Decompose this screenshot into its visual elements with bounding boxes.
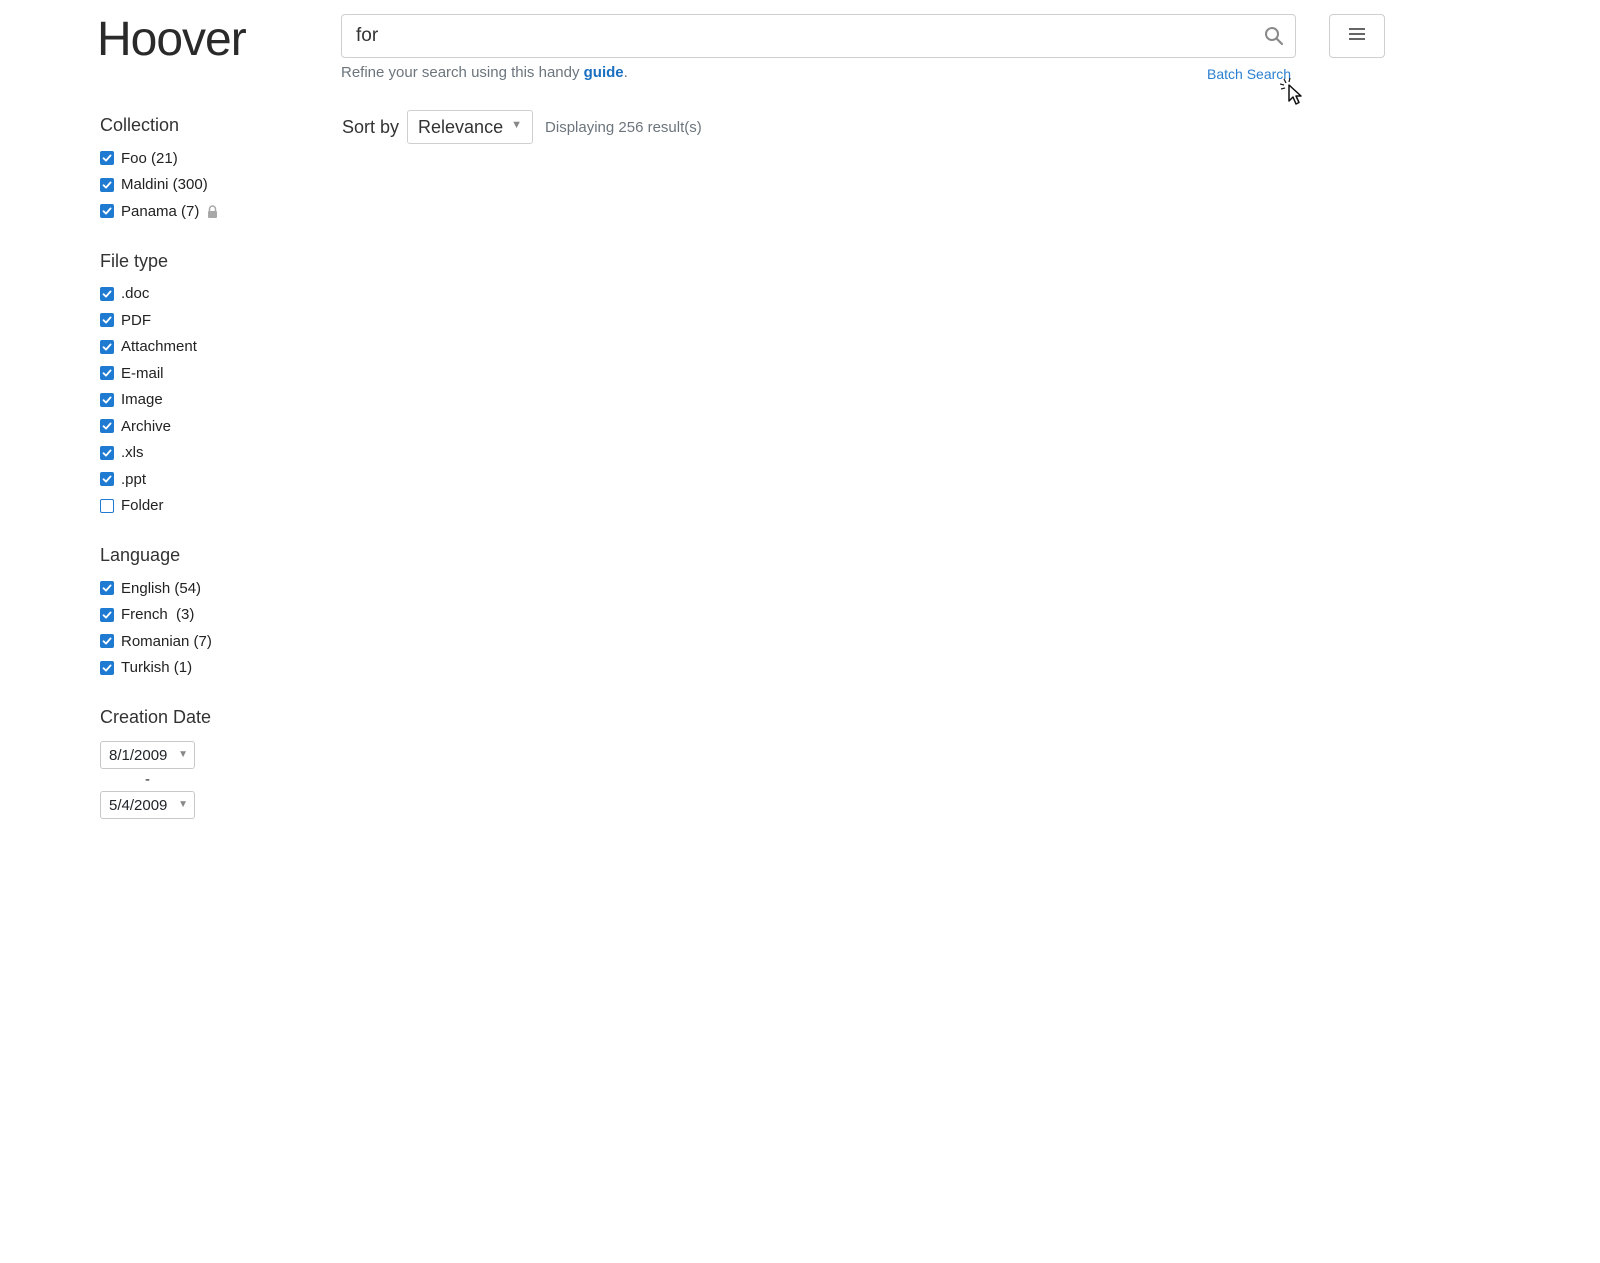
facet-option[interactable]: PDF — [100, 307, 320, 334]
facet-option-label: .doc — [121, 285, 150, 303]
facet-option[interactable]: .doc — [100, 281, 320, 308]
chevron-down-icon: ▼ — [511, 119, 523, 131]
facet-option-label: E-mail — [121, 364, 164, 382]
facet-option-label: Attachment — [121, 338, 197, 356]
facet-option-label: .xls — [121, 444, 144, 462]
checkbox-checked[interactable] — [100, 660, 114, 675]
chevron-down-icon: ▼ — [178, 799, 188, 810]
checkbox-checked[interactable] — [100, 204, 114, 219]
facet-title: File type — [100, 250, 169, 271]
facet-option-label: French (3) — [121, 606, 195, 624]
checkbox-unchecked[interactable] — [100, 498, 114, 513]
facet-option-label: English (54) — [121, 579, 202, 597]
facet-option-label: Panama (7) — [121, 202, 200, 220]
facet-option[interactable]: .ppt — [100, 466, 320, 493]
checkbox-checked[interactable] — [100, 392, 114, 407]
checkbox-checked[interactable] — [100, 286, 114, 301]
facet-title: Language — [100, 545, 181, 565]
facet-option-label: Romanian (7) — [121, 632, 212, 650]
facet-creation-date: Creation Date 8/1/2009 ▼ - 5/4/2009 ▼ — [100, 705, 320, 819]
date-range-separator: - — [145, 771, 150, 788]
facet-option[interactable]: Image — [100, 387, 320, 414]
app-logo: Hoover — [97, 13, 247, 66]
sort-selected-value: Relevance — [418, 116, 504, 137]
facet-option-label: Turkish (1) — [121, 659, 193, 677]
facet-option[interactable]: Panama (7) — [100, 198, 320, 225]
facet-option-label: Folder — [121, 497, 164, 515]
checkbox-checked[interactable] — [100, 339, 114, 354]
checkbox-checked[interactable] — [100, 607, 114, 622]
checkbox-checked[interactable] — [100, 634, 114, 649]
facet-option-label: .ppt — [121, 470, 147, 488]
date-to-value: 5/4/2009 — [109, 796, 168, 814]
checkbox-checked[interactable] — [100, 313, 114, 328]
facet-collection: Collection Foo (21) Maldini (300) Panama (… — [100, 113, 320, 225]
sort-select[interactable]: Relevance ▼ — [407, 110, 534, 144]
checkbox-checked[interactable] — [100, 445, 114, 460]
search-icon[interactable] — [1263, 25, 1285, 47]
batch-search-link[interactable]: Batch Search — [1207, 66, 1291, 82]
date-to-select[interactable]: 5/4/2009 ▼ — [100, 791, 195, 819]
facet-title: Creation Date — [100, 707, 212, 727]
hamburger-menu-icon — [1348, 27, 1366, 46]
menu-button[interactable] — [1329, 14, 1385, 58]
facet-option-label: Image — [121, 391, 163, 409]
mouse-pointer-icon — [1279, 77, 1310, 107]
filters-sidebar: Collection Foo (21) Maldini (300) Panama (… — [100, 113, 320, 843]
facet-title: Collection — [100, 115, 180, 135]
facet-language: Language English (54) French (3) Romanian … — [100, 543, 320, 681]
checkbox-checked[interactable] — [100, 177, 114, 192]
facet-option[interactable]: Folder — [100, 493, 320, 520]
facet-option[interactable]: Romanian (7) — [100, 628, 320, 655]
date-from-select[interactable]: 8/1/2009 ▼ — [100, 741, 195, 769]
search-input[interactable] — [342, 15, 1295, 57]
chevron-down-icon: ▼ — [178, 749, 188, 760]
result-count: Displaying 256 result(s) — [545, 118, 702, 136]
facet-option[interactable]: Turkish (1) — [100, 655, 320, 682]
facet-option[interactable]: Archive — [100, 413, 320, 440]
facet-option[interactable]: Maldini (300) — [100, 172, 320, 199]
facet-option-label: PDF — [121, 311, 151, 329]
sort-label: Sort by — [342, 116, 400, 137]
facet-option[interactable]: E-mail — [100, 360, 320, 387]
facet-option[interactable]: Foo (21) — [100, 145, 320, 172]
facet-option[interactable]: Attachment — [100, 334, 320, 361]
sort-bar: Sort by Relevance ▼ Displaying 256 resul… — [342, 110, 702, 144]
search-guide-hint: Refine your search using this handy guid… — [341, 64, 628, 81]
checkbox-checked[interactable] — [100, 366, 114, 381]
search-box — [341, 14, 1296, 58]
facet-option[interactable]: English (54) — [100, 575, 320, 602]
checkbox-checked[interactable] — [100, 581, 114, 596]
date-from-value: 8/1/2009 — [109, 746, 168, 764]
facet-option-label: Maldini (300) — [121, 176, 208, 194]
guide-link[interactable]: guide — [584, 64, 624, 81]
facet-option[interactable]: .xls — [100, 440, 320, 467]
facet-option-label: Archive — [121, 417, 172, 435]
lock-icon — [207, 205, 218, 218]
checkbox-checked[interactable] — [100, 151, 114, 166]
facet-file-type: File type .doc PDF Attachment E-mail Image Ar… — [100, 249, 320, 520]
facet-option[interactable]: French (3) — [100, 602, 320, 629]
facet-option-label: Foo (21) — [121, 149, 178, 167]
checkbox-checked[interactable] — [100, 419, 114, 434]
checkbox-checked[interactable] — [100, 472, 114, 487]
